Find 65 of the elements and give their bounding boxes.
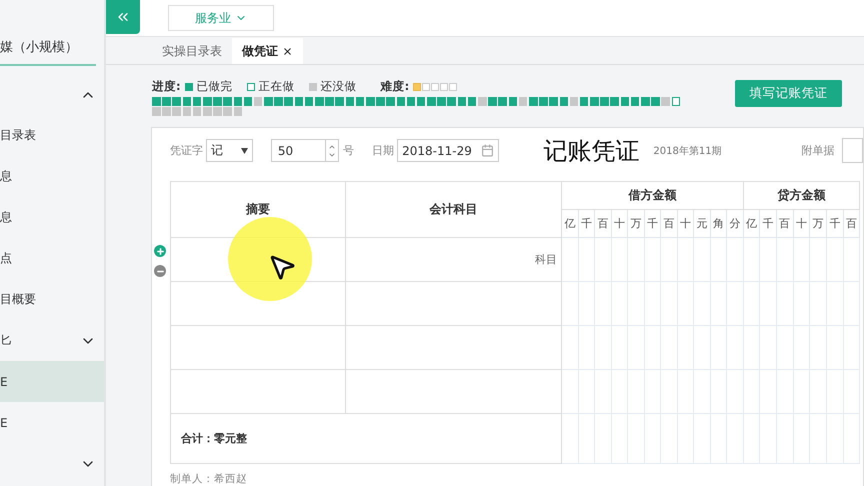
sidebar-item[interactable]: E [0,361,104,402]
total-cell: 合计：零元整 [170,414,562,464]
digit-header: 千 [578,210,594,238]
sidebar-item[interactable]: 目录表 [0,115,104,156]
legend-swatch [308,82,317,90]
digit-header: 亿 [562,210,578,238]
digit-header: 角 [710,210,726,238]
summary-cell[interactable] [170,370,346,414]
sidebar-item[interactable]: E [0,402,104,443]
progress-label: 进度: [152,79,181,94]
voucher-word-label: 凭证字 [170,143,203,158]
sidebar-item[interactable]: 息 [0,156,104,197]
account-cell[interactable] [346,326,562,370]
sidebar-item[interactable]: 点 [0,238,104,279]
legend-label: 正在做 [258,79,295,94]
voucher-word-select[interactable]: 记 [206,139,253,162]
digit-header: 十 [611,210,628,238]
digit-header: 十 [793,210,810,238]
digit-header: 亿 [743,210,760,238]
period-label: 2018年第11期 [653,144,722,158]
maker-label: 制单人：希西赵 [170,472,248,486]
digit-header: 百 [776,210,794,238]
attachments-label: 附单据 [802,143,835,158]
account-cell[interactable] [346,370,562,414]
digit-header: 分 [726,210,744,238]
sidebar-title: 媒（小规模） [0,0,96,66]
column-header: 会计科目 [346,182,562,238]
account-cell[interactable] [346,282,562,326]
sidebar-item[interactable]: 息 [0,197,104,238]
column-header: 贷方金额 [743,182,860,210]
column-header: 借方金额 [562,182,744,210]
tab[interactable]: 实操目录表 [152,38,232,64]
close-icon[interactable] [282,46,293,56]
attachments-field[interactable] [842,138,863,163]
digit-header: 千 [760,210,776,238]
sidebar-item[interactable]: 目概要 [0,279,104,320]
dropdown-arrow-icon [240,148,248,154]
voucher-number-field[interactable]: 50 [270,139,340,162]
digit-header: 千 [826,210,844,238]
number-suffix: 号 [343,143,354,158]
account-cell[interactable]: 科目 [346,238,562,282]
summary-cell[interactable] [170,326,346,370]
digit-header: 千 [644,210,660,238]
account-placeholder: 科目 [535,253,558,266]
digit-header: 万 [810,210,826,238]
add-row-icon[interactable] [154,245,166,257]
legend-swatch [246,82,255,90]
calendar-icon [481,144,494,157]
legend-swatch [184,82,193,90]
date-label: 日期 [372,143,394,158]
collapse-button[interactable] [106,0,140,34]
tab[interactable]: 做凭证 [232,38,303,64]
digit-header: 万 [628,210,644,238]
difficulty-label: 难度: [380,79,410,94]
digit-header: 百 [843,210,860,238]
remove-row-icon[interactable] [154,265,166,277]
digit-header: 百 [660,210,677,238]
digit-header: 百 [594,210,611,238]
voucher-title: 记账凭证 [543,136,640,166]
date-field[interactable]: 2018-11-29 [397,139,500,162]
digit-header: 元 [694,210,710,238]
legend-label: 已做完 [196,79,233,94]
sidebar-group[interactable]: 匕 [0,320,104,361]
digit-header: 十 [677,210,694,238]
legend-label: 还没做 [320,79,357,94]
